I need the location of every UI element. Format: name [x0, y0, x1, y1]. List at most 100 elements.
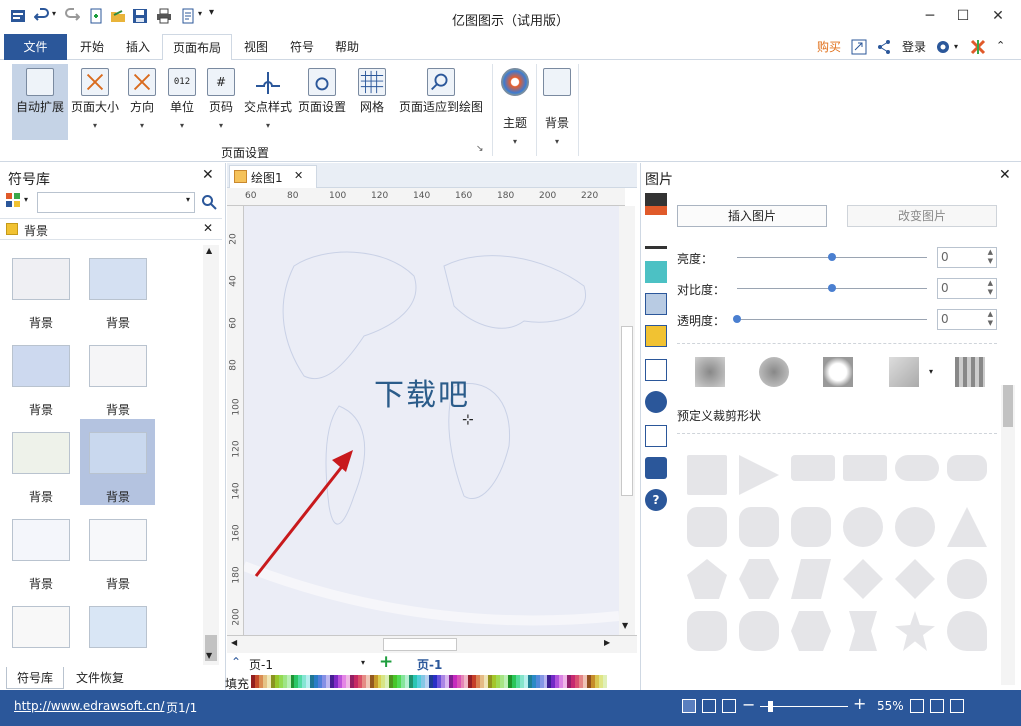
crop-preset-5-icon[interactable] [955, 357, 985, 387]
crop-shape[interactable] [843, 507, 883, 547]
change-image-button[interactable]: 改变图片 [847, 205, 997, 227]
presentation-view-icon[interactable] [722, 699, 736, 713]
slider-thumb[interactable] [828, 253, 836, 261]
crop-shape[interactable] [687, 507, 727, 547]
canvas-hscroll-thumb[interactable] [383, 638, 457, 651]
scroll-right-icon[interactable]: ▶ [604, 638, 610, 647]
slider-value-input[interactable]: 0 ▲ ▼ [937, 247, 997, 268]
login-link[interactable]: 登录 [898, 34, 930, 60]
website-link[interactable]: http://www.edrawsoft.cn/ [14, 699, 164, 713]
crop-shape[interactable] [947, 611, 987, 651]
group-launcher-icon[interactable]: ↘ [476, 144, 484, 154]
share-window-icon[interactable] [851, 39, 867, 55]
slider-track[interactable] [733, 315, 927, 323]
settings-dropdown-icon[interactable]: ▾ [954, 42, 958, 51]
unit-button[interactable]: 012 单位 ▾ [162, 64, 202, 140]
slider-value-input[interactable]: 0 ▲ ▼ [937, 309, 997, 330]
canvas-scroll-down-icon[interactable]: ▼ [622, 621, 628, 630]
background-thumb[interactable] [89, 345, 147, 387]
crop-shape[interactable] [843, 559, 883, 599]
background-thumb[interactable] [89, 519, 147, 561]
zoom-out-icon[interactable]: − [742, 695, 755, 714]
close-tab-icon[interactable]: ✕ [294, 169, 303, 182]
canvas-vertical-scrollbar[interactable]: ▼ [619, 206, 635, 635]
image-panel-scrollbar[interactable] [1001, 385, 1015, 685]
background-thumb[interactable] [12, 345, 70, 387]
background-thumb[interactable] [12, 258, 70, 300]
add-page-icon[interactable]: + [379, 652, 393, 672]
zoom-slider-thumb[interactable] [768, 701, 773, 712]
share-icon[interactable] [876, 39, 892, 55]
crop-shape[interactable] [947, 559, 987, 599]
background-thumb[interactable] [12, 432, 70, 474]
page-tab-1[interactable]: 页-1 [417, 656, 442, 673]
crop-shape[interactable] [849, 611, 877, 651]
crop-preset-3-icon[interactable] [823, 357, 853, 387]
search-dropdown-icon[interactable]: ▾ [186, 195, 190, 204]
menu-file[interactable]: 文件 [4, 34, 67, 60]
crop-shape[interactable] [791, 611, 831, 651]
normal-view-icon[interactable] [682, 699, 696, 713]
fit-page-button[interactable]: 页面适应到绘图 [396, 64, 486, 140]
scroll-down-icon[interactable]: ▼ [206, 651, 212, 660]
spin-buttons-icon[interactable]: ▲ ▼ [988, 248, 993, 266]
image-icon[interactable] [645, 293, 667, 315]
crop-shape[interactable] [739, 455, 779, 495]
slider-thumb[interactable] [733, 315, 741, 323]
menu-help[interactable]: 帮助 [325, 34, 369, 60]
minimize-button[interactable]: ─ [914, 4, 946, 28]
crop-shape[interactable] [843, 455, 887, 481]
slider-track[interactable] [737, 253, 927, 261]
crop-preset-4-icon[interactable] [889, 357, 919, 387]
crop-shape[interactable] [895, 507, 935, 547]
attachment-icon[interactable] [645, 425, 667, 447]
canvas-vscroll-thumb[interactable] [621, 326, 633, 496]
crop-shape[interactable] [739, 559, 779, 599]
scroll-left-icon[interactable]: ◀ [231, 638, 237, 647]
crop-preset-2-icon[interactable] [759, 357, 789, 387]
page-size-button[interactable]: 页面大小 ▾ [70, 64, 120, 140]
crop-shape[interactable] [791, 455, 835, 481]
crop-shape[interactable] [687, 611, 727, 651]
search-icon[interactable] [201, 194, 217, 210]
color-swatch[interactable] [602, 675, 607, 688]
image-panel-scroll-thumb[interactable] [1003, 385, 1013, 427]
buy-link[interactable]: 购买 [812, 34, 846, 60]
crop-shape[interactable] [687, 455, 727, 495]
auto-extend-button[interactable]: 自动扩展 [12, 64, 68, 140]
crop-shape[interactable] [895, 559, 935, 599]
spin-buttons-icon[interactable]: ▲ ▼ [988, 279, 993, 297]
crop-preset-dropdown-icon[interactable]: ▾ [929, 367, 933, 376]
collapse-ribbon-icon[interactable]: ⌃ [996, 39, 1005, 52]
crossover-style-button[interactable]: 交点样式 ▾ [240, 64, 296, 140]
insert-image-button[interactable]: 插入图片 [677, 205, 827, 227]
crop-shape[interactable] [739, 611, 779, 651]
background-thumb[interactable] [89, 606, 147, 648]
theme-button[interactable]: 主题 ▾ [496, 64, 534, 146]
menu-view[interactable]: 视图 [234, 34, 278, 60]
canvas-text[interactable]: 下载吧 [374, 370, 470, 414]
page-number-button[interactable]: # 页码 ▾ [202, 64, 240, 140]
close-image-panel-icon[interactable]: ✕ [999, 167, 1011, 183]
background-thumb[interactable] [89, 258, 147, 300]
page-setup-button[interactable]: 页面设置 [296, 64, 348, 140]
hyperlink-icon[interactable] [645, 391, 667, 413]
slider-thumb[interactable] [828, 284, 836, 292]
menu-start[interactable]: 开始 [70, 34, 114, 60]
shadow-icon[interactable] [645, 261, 667, 283]
close-button[interactable]: ✕ [982, 4, 1014, 28]
background-thumb[interactable] [89, 432, 147, 474]
maximize-button[interactable]: ☐ [947, 4, 979, 28]
slider-track[interactable] [737, 284, 927, 292]
background-thumb[interactable] [12, 519, 70, 561]
menu-page-layout[interactable]: 页面布局 [162, 34, 232, 61]
tab-drawing-1[interactable]: 绘图1 ✕ [229, 165, 317, 188]
page-list-icon[interactable] [645, 359, 667, 381]
slider-value-input[interactable]: 0 ▲ ▼ [937, 278, 997, 299]
scroll-up-icon[interactable]: ▲ [206, 246, 212, 255]
background-button[interactable]: 背景 ▾ [538, 64, 576, 146]
layer-icon[interactable] [645, 325, 667, 347]
crop-shape[interactable] [791, 559, 831, 599]
collapse-up-icon[interactable]: ⌃ [231, 655, 241, 669]
color-palette[interactable] [251, 675, 607, 688]
